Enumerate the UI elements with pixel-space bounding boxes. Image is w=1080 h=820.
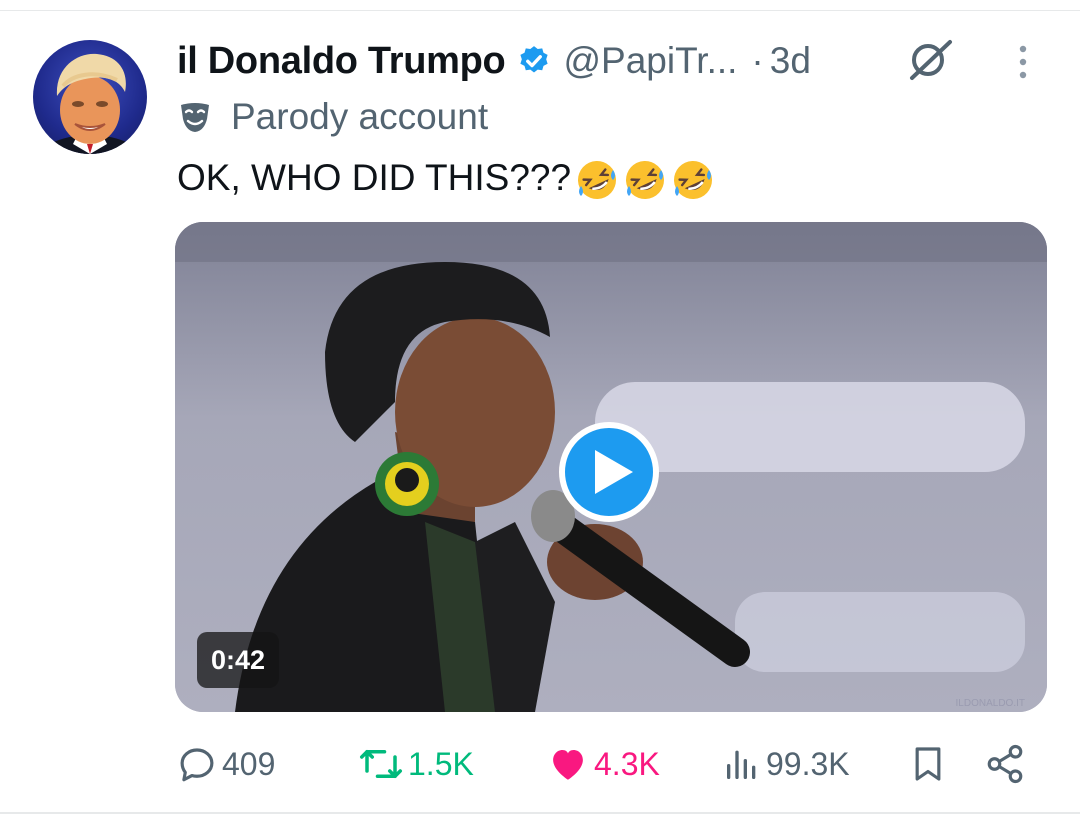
separator-dot: · — [751, 40, 764, 81]
play-button[interactable] — [559, 422, 659, 522]
like-button[interactable]: 4.3K — [546, 740, 660, 788]
avatar[interactable] — [33, 40, 147, 154]
video-duration: 0:42 — [197, 632, 280, 688]
verified-badge-icon — [520, 46, 549, 73]
emoji-group — [573, 156, 717, 204]
tweet-text: OK, WHO DID THIS??? — [177, 154, 717, 204]
timestamp[interactable]: 3d — [770, 40, 811, 82]
reply-button[interactable]: 409 — [176, 740, 275, 788]
top-divider — [0, 10, 1080, 11]
video-watermark: ILDONALDO.IT — [956, 698, 1025, 709]
views-icon — [727, 750, 756, 779]
more-options-icon[interactable] — [1010, 44, 1036, 80]
retweet-icon — [360, 750, 402, 778]
handle[interactable]: @PapiTr... — [563, 40, 737, 82]
retweet-count: 1.5K — [408, 745, 474, 782]
rofl-emoji-icon — [578, 161, 617, 200]
author-row: il Donaldo Trumpo @PapiTr... · 3d — [177, 36, 811, 86]
tweet-text-body: OK, WHO DID THIS??? — [177, 157, 572, 198]
grok-icon[interactable] — [904, 38, 956, 82]
parody-label-row: Parody account — [177, 94, 488, 140]
play-icon — [595, 450, 633, 494]
rofl-emoji-icon — [626, 161, 665, 200]
action-bar: 409 1.5K 4.3K 99.3K — [0, 740, 1080, 788]
views-button[interactable]: 99.3K — [722, 740, 850, 788]
bottom-divider — [0, 812, 1080, 814]
video-player[interactable]: ILDONALDO.IT 0:42 — [175, 222, 1047, 712]
reply-count: 409 — [222, 745, 276, 782]
retweet-button[interactable]: 1.5K — [358, 740, 474, 788]
bookmark-button[interactable] — [908, 740, 952, 788]
reply-icon — [180, 748, 214, 782]
bookmark-icon — [915, 747, 941, 781]
share-button[interactable] — [984, 740, 1030, 788]
avatar-image — [37, 53, 143, 154]
share-icon — [987, 744, 1023, 784]
display-name[interactable]: il Donaldo Trumpo — [177, 40, 506, 83]
rofl-emoji-icon — [674, 161, 713, 200]
parody-mask-icon — [181, 103, 209, 132]
like-count: 4.3K — [594, 745, 660, 782]
parody-label: Parody account — [231, 96, 489, 137]
views-count: 99.3K — [766, 745, 850, 782]
heart-icon — [553, 750, 583, 780]
